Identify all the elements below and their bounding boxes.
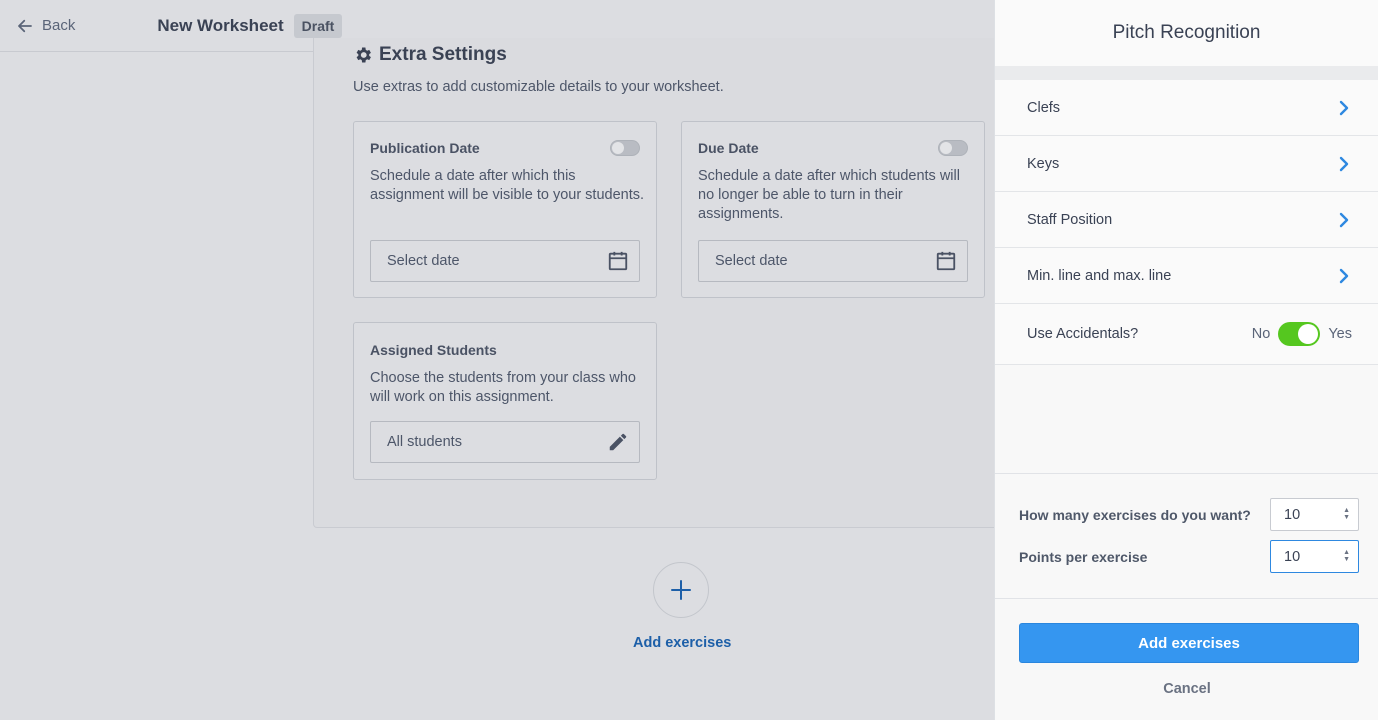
points-row: Points per exercise 10 ▲ ▼ — [1019, 540, 1359, 573]
exercises-count-input[interactable]: 10 ▲ ▼ — [1270, 498, 1359, 531]
publication-date-field[interactable]: Select date — [370, 240, 640, 282]
chevron-right-icon — [1339, 212, 1349, 227]
settings-row-clefs[interactable]: Clefs — [995, 80, 1378, 136]
due-date-field[interactable]: Select date — [698, 240, 968, 282]
settings-list: Clefs Keys Staff Position Min. line and … — [995, 80, 1378, 365]
accidentals-toggle[interactable] — [1278, 322, 1321, 346]
settings-row-keys[interactable]: Keys — [995, 136, 1378, 192]
exercises-count-label: How many exercises do you want? — [1019, 506, 1251, 523]
due-date-description: Schedule a date after which students wil… — [698, 168, 960, 222]
extra-settings-description: Use extras to add customizable details t… — [353, 79, 724, 95]
stepper-icon[interactable]: ▲ ▼ — [1343, 507, 1350, 521]
back-button[interactable]: Back — [16, 17, 75, 35]
chevron-right-icon — [1339, 156, 1349, 171]
status-badge: Draft — [293, 13, 343, 38]
accidentals-control: No Yes — [1252, 322, 1352, 346]
page-title: New Worksheet — [157, 15, 284, 35]
calendar-icon[interactable] — [607, 250, 629, 272]
exercises-count-row: How many exercises do you want? 10 ▲ ▼ — [1019, 498, 1359, 531]
settings-row-label: Clefs — [1027, 99, 1061, 116]
points-label: Points per exercise — [1019, 548, 1148, 565]
plus-icon — [671, 580, 691, 600]
extra-settings-heading: Extra Settings — [353, 44, 507, 66]
chevron-right-icon — [1339, 100, 1349, 115]
assigned-students-field[interactable]: All students — [370, 421, 640, 463]
footer-divider — [995, 598, 1378, 599]
due-date-toggle[interactable] — [938, 140, 968, 156]
publication-date-toggle[interactable] — [610, 140, 640, 156]
add-exercises-button[interactable]: Add exercises — [1019, 623, 1359, 663]
add-exercises-circle-button[interactable] — [653, 562, 709, 618]
panel-bottom-divider — [995, 473, 1378, 474]
panel-divider — [995, 66, 1378, 80]
assigned-students-description: Choose the students from your class who … — [370, 370, 636, 405]
points-value: 10 — [1284, 548, 1301, 565]
due-date-title: Due Date — [698, 140, 759, 156]
settings-row-label: Min. line and max. line — [1027, 267, 1172, 284]
due-date-box: Due Date Schedule a date after which stu… — [681, 121, 985, 298]
panel-title: Pitch Recognition — [995, 0, 1378, 66]
assigned-students-title: Assigned Students — [370, 342, 497, 358]
settings-row-min-max-line[interactable]: Min. line and max. line — [995, 248, 1378, 304]
settings-row-label: Keys — [1027, 155, 1060, 172]
accidentals-yes-label: Yes — [1328, 326, 1352, 342]
add-exercises-link[interactable]: Add exercises — [633, 635, 731, 651]
accidentals-label: Use Accidentals? — [1027, 326, 1139, 342]
publication-date-description: Schedule a date after which this assignm… — [370, 168, 645, 203]
due-date-value: Select date — [715, 253, 788, 269]
publication-date-box: Publication Date Schedule a date after w… — [353, 121, 657, 298]
pencil-icon[interactable] — [607, 431, 629, 453]
stepper-icon[interactable]: ▲ ▼ — [1343, 549, 1350, 563]
extra-settings-title: Extra Settings — [379, 44, 507, 65]
publication-date-title: Publication Date — [370, 140, 480, 156]
cancel-button[interactable]: Cancel — [995, 681, 1378, 697]
calendar-icon[interactable] — [935, 250, 957, 272]
publication-date-value: Select date — [387, 253, 460, 269]
gear-icon — [356, 47, 371, 63]
assigned-students-box: Assigned Students Choose the students fr… — [353, 322, 657, 480]
chevron-right-icon — [1339, 268, 1349, 283]
points-input[interactable]: 10 ▲ ▼ — [1270, 540, 1359, 573]
back-label: Back — [42, 17, 76, 34]
settings-row-accidentals: Use Accidentals? No Yes — [995, 304, 1378, 365]
arrow-left-icon — [18, 19, 32, 32]
assigned-students-value: All students — [387, 434, 462, 450]
pitch-recognition-panel: Pitch Recognition Clefs Keys Staff Posit… — [994, 0, 1378, 720]
settings-row-label: Staff Position — [1027, 211, 1113, 228]
exercises-count-value: 10 — [1284, 506, 1301, 523]
settings-row-staff-position[interactable]: Staff Position — [995, 192, 1378, 248]
accidentals-no-label: No — [1251, 326, 1271, 342]
